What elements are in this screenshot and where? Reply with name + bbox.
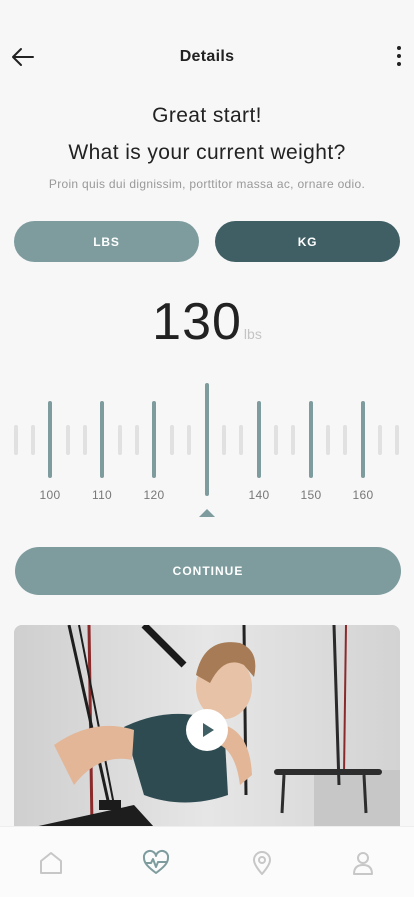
ruler-tick-minor xyxy=(343,425,347,455)
ruler-label: 140 xyxy=(248,488,270,502)
question-heading: What is your current weight? xyxy=(68,141,346,164)
bottom-tab-bar xyxy=(0,826,414,897)
play-icon xyxy=(203,723,214,737)
activity-icon xyxy=(142,849,170,874)
workout-video-card[interactable] xyxy=(14,625,400,827)
ruler-label: 120 xyxy=(143,488,165,502)
ruler-label: 150 xyxy=(300,488,322,502)
weight-display: 130 lbs xyxy=(0,292,414,352)
ruler-tick-minor xyxy=(187,425,191,455)
lbs-unit-button[interactable]: LBS xyxy=(14,221,199,262)
ruler-tick-minor xyxy=(378,425,382,455)
weight-value: 130 xyxy=(152,293,242,351)
ruler-tick-minor xyxy=(326,425,330,455)
dot-icon xyxy=(397,46,401,50)
weight-ruler-slider[interactable]: 100 110 120 140 150 160 xyxy=(0,375,414,525)
ruler-tick-minor xyxy=(118,425,122,455)
ruler-tick-minor xyxy=(239,425,243,455)
ruler-tick-minor xyxy=(14,425,18,455)
tab-activity[interactable] xyxy=(142,849,170,877)
home-icon xyxy=(40,852,62,874)
ruler-tick-major xyxy=(309,401,313,478)
ruler-pointer-icon xyxy=(199,509,215,517)
subtitle-text: Proin quis dui dignissim, porttitor mass… xyxy=(48,177,366,191)
ruler-tick-minor xyxy=(395,425,399,455)
ruler-tick-minor xyxy=(274,425,278,455)
dot-icon xyxy=(397,54,401,58)
tab-profile[interactable] xyxy=(349,849,377,877)
ruler-tick-major xyxy=(48,401,52,478)
ruler-tick-minor xyxy=(66,425,70,455)
ruler-label: 100 xyxy=(39,488,61,502)
greeting-heading: Great start! xyxy=(152,104,262,127)
ruler-tick-minor xyxy=(83,425,87,455)
play-button[interactable] xyxy=(186,709,228,751)
header: Details xyxy=(0,30,414,86)
kg-unit-button[interactable]: KG xyxy=(215,221,400,262)
ruler-tick-selected xyxy=(205,383,209,496)
ruler-tick-major xyxy=(361,401,365,478)
ruler-tick-minor xyxy=(170,425,174,455)
ruler-tick-major xyxy=(152,401,156,478)
continue-button[interactable]: CONTINUE xyxy=(15,547,401,595)
ruler-tick-major xyxy=(257,401,261,478)
ruler-tick-minor xyxy=(31,425,35,455)
ruler-tick-major xyxy=(100,401,104,478)
tab-home[interactable] xyxy=(37,849,65,877)
profile-icon xyxy=(353,852,373,875)
ruler-tick-minor xyxy=(222,425,226,455)
weight-unit: lbs xyxy=(243,326,262,342)
ruler-label: 160 xyxy=(352,488,374,502)
more-options-button[interactable] xyxy=(394,46,404,70)
dot-icon xyxy=(397,62,401,66)
page-title: Details xyxy=(179,48,235,65)
tab-location[interactable] xyxy=(248,849,276,877)
location-icon xyxy=(253,851,271,875)
ruler-tick-minor xyxy=(135,425,139,455)
ruler-label: 110 xyxy=(91,488,113,502)
ruler-tick-minor xyxy=(291,425,295,455)
